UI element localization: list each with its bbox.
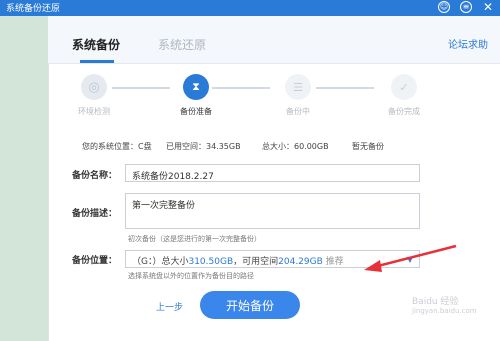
smile-icon[interactable]: ☺ <box>438 1 450 13</box>
location-prefix: （G：）总大小 <box>132 257 189 267</box>
close-icon[interactable]: ✕ <box>482 1 494 13</box>
start-backup-button[interactable]: 开始备份 <box>200 291 300 319</box>
location-mid: ，可用空间 <box>233 257 279 267</box>
hourglass-icon: ⧗ <box>183 74 209 100</box>
location-total: 310.50GB <box>188 257 234 267</box>
menu-icon[interactable]: ≡ <box>460 1 472 13</box>
backup-location-hint: 选择系统盘以外的位置作为备份目的路径 <box>128 272 254 280</box>
active-tab-indicator <box>80 60 114 63</box>
backup-name-label: 备份名称： <box>72 171 118 181</box>
search-icon: ◎ <box>81 74 107 100</box>
title-bar: 系统备份还原 ☺ ≡ ✕ <box>0 0 500 16</box>
baidu-watermark: Baidu 经验 jingyan.baidu.com <box>412 294 477 315</box>
backup-name-input[interactable]: 系统备份2018.2.27 <box>125 164 420 182</box>
system-location: 您的系统位置：C盘 <box>82 142 152 151</box>
forum-help-link[interactable]: 论坛求助 <box>448 36 488 51</box>
previous-step-link[interactable]: 上一步 <box>156 300 183 313</box>
step-label: 备份准备 <box>180 107 212 116</box>
step-backing-up: ☰ 备份中 <box>268 74 328 117</box>
location-free: 204.29GB <box>278 257 323 267</box>
step-label: 备份完成 <box>388 107 420 116</box>
step-environment-check: ◎ 环境检测 <box>64 74 124 117</box>
backup-desc-label: 备份描述： <box>72 209 118 219</box>
step-backup-complete: ✓ 备份完成 <box>374 74 434 117</box>
recommended-tag: 推荐 <box>325 257 344 267</box>
tab-system-restore[interactable]: 系统还原 <box>158 36 206 53</box>
title-controls: ☺ ≡ ✕ <box>438 1 494 13</box>
backup-location-label: 备份位置： <box>72 256 118 266</box>
step-label: 环境检测 <box>78 107 110 116</box>
backup-window: 系统备份还原 ☺ ≡ ✕ 系统备份 系统还原 论坛求助 ◎ 环境检测 ⧗ 备份准… <box>0 0 500 341</box>
tab-system-backup[interactable]: 系统备份 <box>72 36 120 53</box>
backup-desc-hint: 初次备份（这是您进行的第一次完整备份） <box>128 235 261 243</box>
tab-bar: 系统备份 系统还原 论坛求助 <box>48 16 500 64</box>
backup-status: 暂无备份 <box>352 142 384 151</box>
used-space: 已用空间：34.35GB <box>166 142 241 151</box>
stack-icon: ☰ <box>285 74 311 100</box>
backup-desc-input[interactable]: 第一次完整备份 <box>125 193 420 229</box>
annotation-arrow-icon <box>364 244 457 272</box>
step-backup-prepare: ⧗ 备份准备 <box>166 74 226 117</box>
window-title: 系统备份还原 <box>6 4 61 14</box>
watermark-url: jingyan.baidu.com <box>412 307 477 315</box>
check-icon: ✓ <box>391 74 417 100</box>
watermark-title: Baidu 经验 <box>412 297 459 307</box>
step-label: 备份中 <box>286 107 310 116</box>
total-size: 总大小：60.00GB <box>262 142 329 151</box>
